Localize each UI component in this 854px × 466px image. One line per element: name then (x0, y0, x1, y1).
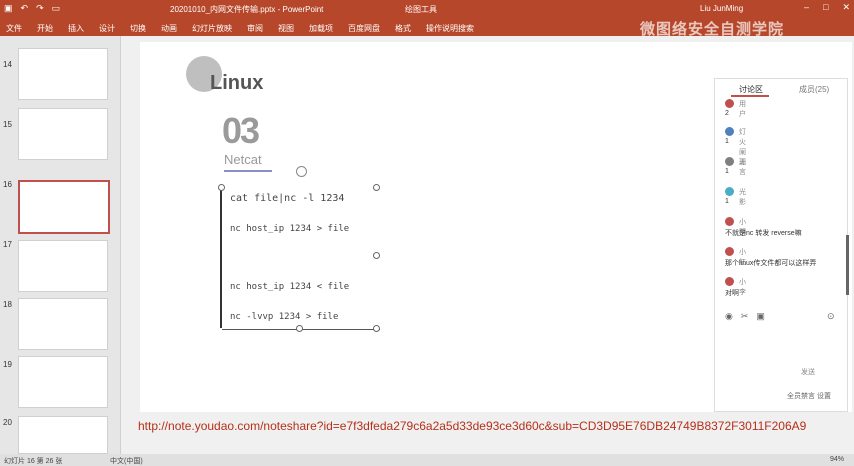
message-text: 1 (725, 138, 729, 145)
code-line: nc host_ip 1234 > file (230, 224, 350, 234)
chat-tab-bar: 讨论区 成员(25) (715, 79, 847, 97)
note-url-overlay: http://note.youdao.com/noteshare?id=e7f3… (138, 419, 807, 433)
tab-format[interactable]: 格式 (395, 23, 411, 34)
message-text: 那个linux传文件都可以这样弄 (725, 260, 817, 267)
tab-view[interactable]: 视图 (278, 23, 294, 34)
resize-handle[interactable] (373, 252, 380, 259)
language-indicator: 中文(中国) (110, 458, 143, 465)
tab-slideshow[interactable]: 幻灯片放映 (192, 23, 232, 34)
slide-thumbnail[interactable] (18, 48, 108, 100)
image-icon[interactable]: ▣ (756, 311, 765, 322)
thumbnail-number: 19 (3, 360, 12, 369)
tab-insert[interactable]: 插入 (68, 23, 84, 34)
resize-handle[interactable] (373, 325, 380, 332)
context-tool-title: 绘图工具 (405, 5, 437, 14)
message-text: 不就是nc 转发 reverse嘛 (725, 230, 802, 237)
chat-scrollbar[interactable] (846, 235, 849, 295)
avatar (725, 277, 734, 286)
tab-home[interactable]: 开始 (37, 23, 53, 34)
message-text: 1 (725, 168, 729, 175)
thumbnail-number: 16 (3, 180, 12, 189)
section-subtitle: Netcat (224, 152, 262, 167)
save-icon[interactable]: ▣ (4, 3, 13, 14)
tab-review[interactable]: 审阅 (247, 23, 263, 34)
message-author: 用户 (739, 101, 746, 118)
tab-transitions[interactable]: 切换 (130, 23, 146, 34)
code-line: nc -lvvp 1234 > file (230, 312, 339, 322)
message-author: 光影 (739, 189, 746, 206)
rotate-handle-icon[interactable] (296, 166, 307, 177)
thumbnail-number: 17 (3, 240, 12, 249)
code-textbox[interactable] (220, 188, 380, 330)
message-text: 2 (725, 110, 729, 117)
close-icon[interactable]: ✕ (842, 2, 850, 13)
tab-design[interactable]: 设计 (99, 23, 115, 34)
status-bar: 幻灯片 16 第 26 张 中文(中国) 94% (0, 454, 854, 466)
message-author: 小李 (739, 279, 746, 296)
slide-count: 幻灯片 16 第 26 张 (4, 458, 63, 465)
minimize-icon[interactable]: – (804, 2, 809, 13)
tab-members[interactable]: 成员(25) (799, 84, 829, 95)
window-controls: – □ ✕ (804, 2, 850, 13)
thumbnail-number: 15 (3, 120, 12, 129)
undo-icon[interactable]: ↶ (21, 3, 29, 14)
avatar (725, 217, 734, 226)
zoom-level[interactable]: 94% (830, 456, 844, 463)
discussion-panel: 讨论区 成员(25) 用户 2 灯火阑珊 1 无言 1 光影 1 小明 不就是n… (714, 78, 848, 412)
resize-handle[interactable] (373, 184, 380, 191)
user-name[interactable]: Liu JunMing (700, 4, 743, 13)
quick-access-toolbar: ▣ ↶ ↷ ▭ (4, 3, 60, 14)
title-bar: ▣ ↶ ↷ ▭ 20201010_内网文件传输.pptx - PowerPoin… (0, 0, 854, 18)
redo-icon[interactable]: ↷ (36, 3, 44, 14)
tab-addins[interactable]: 加载项 (309, 23, 333, 34)
code-line: nc host_ip 1234 < file (230, 282, 350, 292)
thumbnail-number: 20 (3, 418, 12, 427)
slide-thumbnail-selected[interactable] (18, 180, 110, 234)
slide-thumbnail-pane: 14 15 16 17 18 19 20 (0, 36, 121, 454)
code-line: cat file|nc -l 1234 (230, 193, 345, 204)
avatar (725, 247, 734, 256)
resize-handle[interactable] (218, 184, 225, 191)
slide-thumbnail[interactable] (18, 108, 108, 160)
avatar (725, 99, 734, 108)
message-author: 无言 (739, 159, 746, 176)
slide-thumbnail[interactable] (18, 240, 108, 292)
maximize-icon[interactable]: □ (823, 2, 828, 13)
avatar (725, 127, 734, 136)
slideshow-icon[interactable]: ▭ (52, 3, 61, 14)
thumbnail-number: 14 (3, 60, 12, 69)
send-button[interactable]: 发送 (801, 367, 815, 377)
scissors-icon[interactable]: ✂ (741, 311, 749, 322)
settings-icon[interactable]: ⊙ (827, 311, 835, 322)
slide-thumbnail[interactable] (18, 356, 108, 408)
slide-thumbnail[interactable] (18, 416, 108, 454)
linux-logo-text: Linux (210, 72, 264, 94)
message-text: 对啊 (725, 290, 739, 297)
avatar (725, 157, 734, 166)
chat-toolbar: ◉ ✂ ▣ ⊙ (725, 311, 835, 322)
resize-handle[interactable] (296, 325, 303, 332)
chat-bottom-controls[interactable]: 全员禁言 设置 (787, 391, 831, 401)
section-number: 03 (222, 110, 260, 151)
active-tab-underline (731, 95, 769, 97)
window-title: 20201010_内网文件传输.pptx - PowerPoint (170, 5, 324, 14)
tab-baidu[interactable]: 百度网盘 (348, 23, 380, 34)
tab-animations[interactable]: 动画 (161, 23, 177, 34)
message-text: 1 (725, 198, 729, 205)
thumbnail-number: 18 (3, 300, 12, 309)
emoji-icon[interactable]: ◉ (725, 311, 733, 322)
tab-discussion[interactable]: 讨论区 (739, 84, 763, 95)
tell-me-search[interactable]: 操作说明搜索 (426, 23, 474, 34)
slide-thumbnail[interactable] (18, 298, 108, 350)
avatar (725, 187, 734, 196)
tab-file[interactable]: 文件 (6, 23, 22, 34)
subtitle-underline (224, 170, 272, 172)
